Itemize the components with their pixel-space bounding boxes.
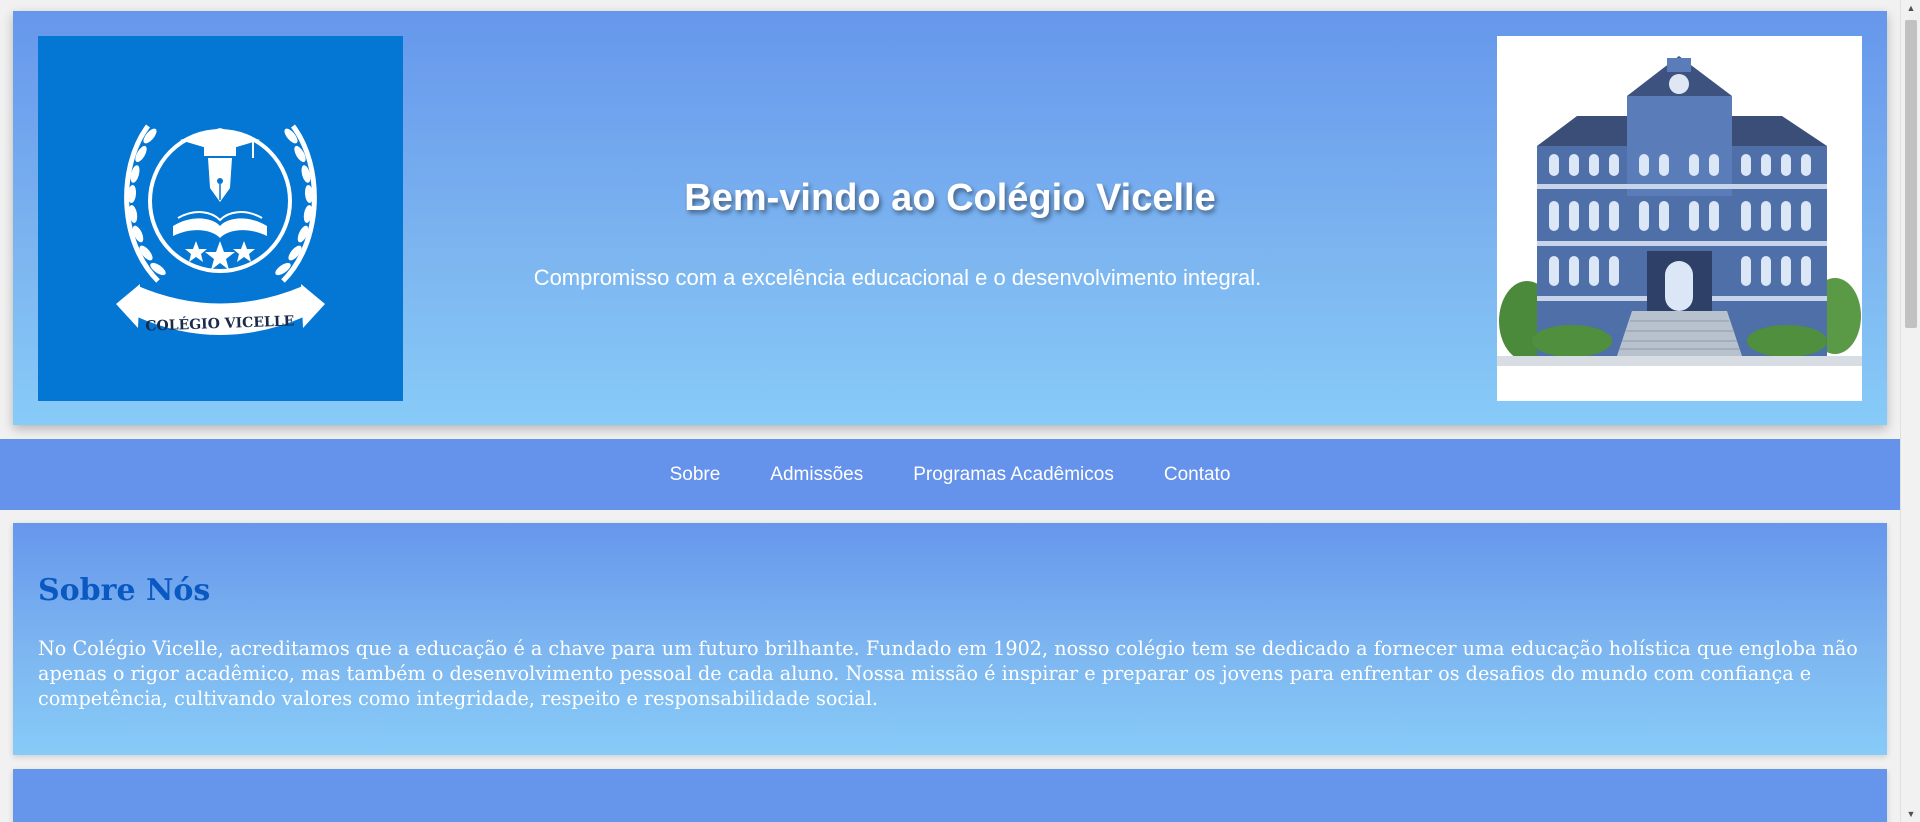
school-logo: COLÉGIO VICELLE: [38, 36, 403, 401]
about-heading: Sobre Nós: [38, 573, 211, 608]
nav-link-programas-academicos[interactable]: Programas Acadêmicos: [913, 464, 1114, 486]
about-text: No Colégio Vicelle, acreditamos que a ed…: [38, 637, 1858, 710]
main-nav: Sobre Admissões Programas Acadêmicos Con…: [0, 439, 1900, 510]
scrollbar-thumb[interactable]: [1905, 20, 1917, 328]
nav-link-sobre[interactable]: Sobre: [670, 464, 721, 486]
school-crest-icon: COLÉGIO VICELLE: [116, 124, 325, 335]
next-section: [13, 769, 1887, 822]
nav-link-admissoes[interactable]: Admissões: [770, 464, 863, 486]
page: COLÉGIO VICELLE Bem-vindo ao Colégio Vic…: [0, 0, 1900, 822]
scroll-up-icon[interactable]: ▲: [1901, 0, 1920, 16]
page-title: Bem-vindo ao Colégio Vicelle: [684, 177, 1216, 219]
nav-link-contato[interactable]: Contato: [1164, 464, 1231, 486]
school-building-image: [1497, 36, 1862, 401]
scroll-down-icon[interactable]: ▼: [1901, 806, 1920, 822]
about-section: Sobre Nós No Colégio Vicelle, acreditamo…: [13, 523, 1887, 755]
building-illustration-icon: [1497, 56, 1862, 366]
vertical-scrollbar[interactable]: ▲ ▼: [1900, 0, 1920, 822]
site-header: COLÉGIO VICELLE Bem-vindo ao Colégio Vic…: [13, 11, 1887, 425]
page-subtitle: Compromisso com a excelência educacional…: [533, 265, 1262, 290]
